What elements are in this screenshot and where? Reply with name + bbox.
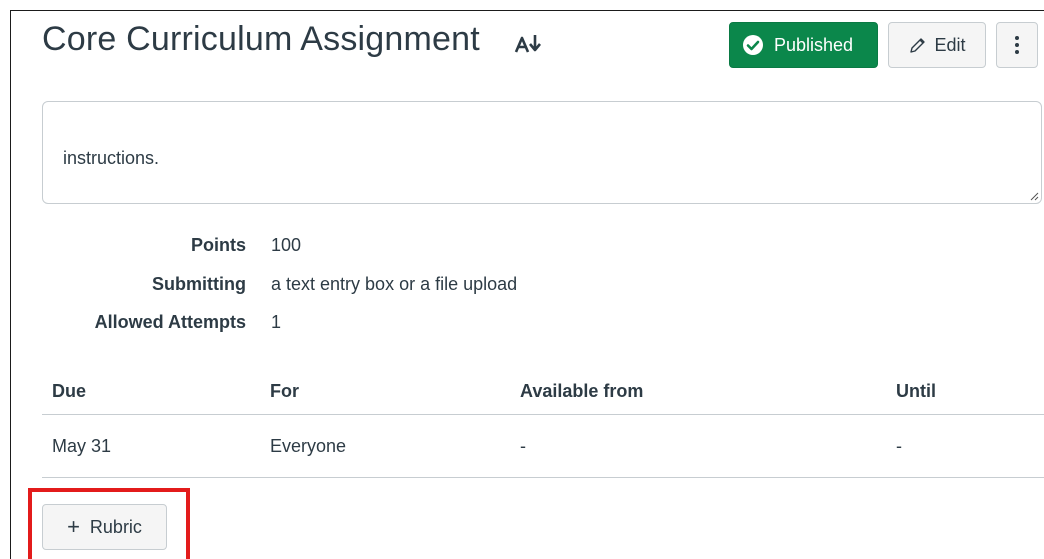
allowed-attempts-label: Allowed Attempts (94, 312, 246, 332)
assignment-description: instructions. (42, 101, 1042, 204)
until-cell: - (896, 436, 902, 456)
table-header-divider (42, 414, 1044, 415)
check-circle-icon (743, 35, 763, 55)
page-title: Core Curriculum Assignment (42, 20, 480, 58)
col-header-due: Due (52, 381, 87, 401)
more-options-button[interactable] (996, 22, 1038, 68)
assign-to-cell: Everyone (270, 436, 347, 456)
edit-label: Edit (934, 34, 966, 55)
due-date-cell: May 31 (52, 436, 112, 456)
edit-button[interactable]: Edit (888, 22, 986, 68)
available-from-cell: - (520, 436, 526, 456)
pencil-icon (910, 38, 926, 53)
submitting-label: Submitting (152, 274, 246, 294)
table-bottom-divider (42, 477, 1044, 478)
allowed-attempts-value: 1 (271, 312, 282, 332)
submitting-value: a text entry box or a file upload (271, 274, 518, 294)
points-label: Points (190, 235, 246, 255)
highlight-box (28, 488, 190, 559)
description-text: instructions. (63, 148, 160, 168)
col-header-available-from: Available from (520, 381, 644, 401)
resize-grip-icon[interactable] (1027, 189, 1039, 201)
ai-sparkle-icon[interactable] (514, 33, 544, 55)
kebab-menu-icon (1015, 36, 1019, 54)
points-value: 100 (271, 235, 302, 255)
col-header-until: Until (896, 381, 936, 401)
col-header-for: For (270, 381, 299, 401)
published-label: Published (774, 34, 854, 55)
published-button[interactable]: Published (729, 22, 878, 68)
